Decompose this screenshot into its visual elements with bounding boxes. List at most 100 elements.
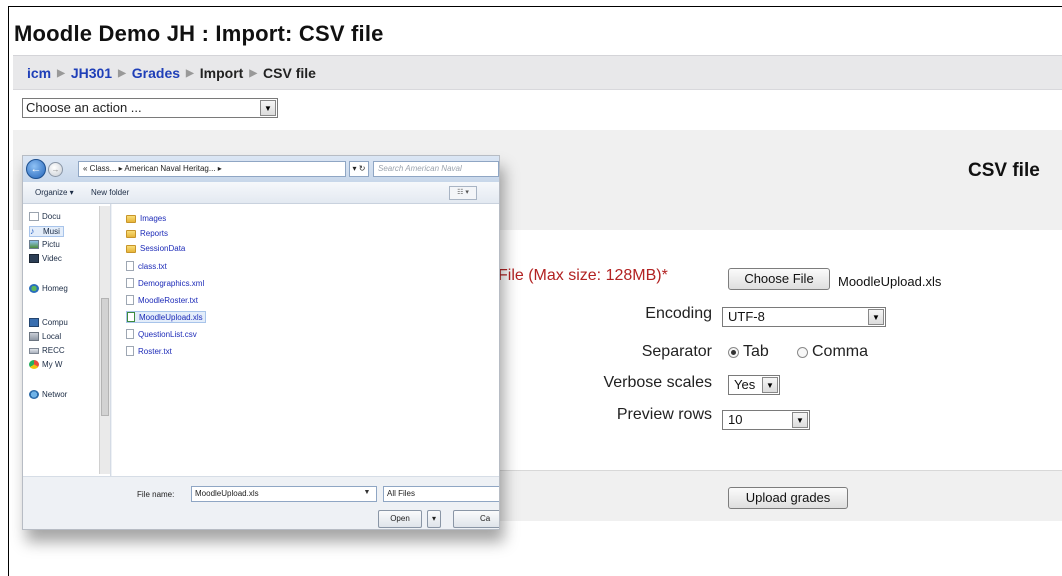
file-item-sessiondata[interactable]: SessionData [126, 244, 185, 253]
dialog-path[interactable]: « Class... ▸ American Naval Heritag... ▸ [78, 161, 346, 177]
chevron-down-icon[interactable]: ▼ [762, 377, 778, 393]
network-icon [29, 390, 39, 399]
encoding-value: UTF-8 [728, 309, 765, 324]
nav-item-computer[interactable]: Compu [29, 318, 68, 327]
file-item-images[interactable]: Images [126, 214, 166, 223]
folder-icon [126, 244, 136, 253]
nav-item-network[interactable]: Networ [29, 390, 67, 399]
csv-file-icon [126, 329, 134, 339]
nav-item-label: RECC [42, 346, 65, 355]
computer-icon [29, 318, 39, 327]
verbose-scales-value: Yes [734, 377, 756, 392]
nav-item-label: Musi [43, 227, 60, 236]
file-type-filter[interactable]: All Files [383, 486, 499, 502]
breadcrumb-jh301[interactable]: JH301 [71, 65, 112, 81]
action-select[interactable]: Choose an action ... ▼ [22, 98, 278, 118]
preview-rows-label: Preview rows [616, 406, 712, 423]
web-icon [29, 360, 39, 369]
pictures-icon [29, 240, 39, 249]
encoding-select[interactable]: UTF-8 ▼ [722, 307, 886, 327]
nav-item-label: Networ [42, 390, 68, 399]
scrollbar-thumb[interactable] [101, 298, 109, 416]
nav-item-label: Docu [42, 212, 61, 221]
verbose-scales-select[interactable]: Yes ▼ [728, 375, 780, 395]
file-item-demographics[interactable]: Demographics.xml [126, 278, 204, 288]
back-arrow-icon[interactable]: ← [26, 159, 46, 179]
breadcrumb-import: Import [199, 65, 244, 81]
file-item-label: MoodleUpload.xls [139, 312, 203, 322]
folder-icon [126, 214, 136, 223]
dialog-search-input[interactable]: Search American Naval [373, 161, 499, 177]
breadcrumb-separator-icon: ▶ [118, 67, 126, 79]
breadcrumb-icm[interactable]: icm [27, 65, 51, 81]
file-item-moodleupload[interactable]: MoodleUpload.xls [126, 311, 206, 323]
chevron-down-icon[interactable]: ▼ [868, 309, 884, 325]
nav-item-documents[interactable]: Docu [29, 212, 61, 221]
xml-file-icon [126, 278, 134, 288]
file-item-label: QuestionList.csv [138, 329, 197, 339]
new-folder-button[interactable]: New folder [91, 188, 129, 197]
breadcrumb-separator-icon: ▶ [186, 67, 194, 79]
videos-icon [29, 254, 39, 263]
file-item-reports[interactable]: Reports [126, 229, 168, 238]
file-item-class-txt[interactable]: class.txt [126, 261, 167, 271]
verbose-scales-label: Verbose scales [603, 374, 712, 391]
chevron-down-icon[interactable]: ▼ [359, 486, 375, 502]
upload-grades-button[interactable]: Upload grades [728, 487, 848, 509]
file-item-moodleroster[interactable]: MoodleRoster.txt [126, 295, 198, 305]
view-options-icon[interactable]: ☷ ▾ [449, 186, 477, 200]
chevron-down-icon[interactable]: ▼ [260, 100, 276, 116]
organize-button[interactable]: Organize ▾ [35, 188, 74, 197]
file-item-label: Images [140, 214, 167, 223]
text-file-icon [126, 261, 134, 271]
file-item-label: Roster.txt [138, 346, 172, 356]
cancel-button[interactable]: Ca [453, 510, 499, 528]
dialog-nav-pane: Docu ♪ Musi Pictu Videc Homeg Compu Local… [23, 204, 111, 476]
file-label: File (Max size: 128MB)* [498, 267, 668, 285]
text-file-icon [126, 295, 134, 305]
file-open-dialog[interactable]: ← → « Class... ▸ American Naval Heritag.… [22, 155, 500, 530]
breadcrumb-separator-icon: ▶ [57, 67, 65, 79]
file-item-label: Reports [140, 229, 169, 238]
preview-rows-select[interactable]: 10 ▼ [722, 410, 810, 430]
refresh-icon[interactable]: ▾ ↻ [349, 161, 369, 177]
nav-item-music[interactable]: ♪ Musi [29, 226, 64, 237]
choose-file-button[interactable]: Choose File [728, 268, 830, 290]
file-name-input[interactable]: MoodleUpload.xls [191, 486, 377, 502]
separator-comma-radio[interactable] [797, 347, 808, 358]
separator-tab-label: Tab [743, 343, 769, 360]
dialog-file-list: Images Reports SessionData class.txt Dem… [112, 204, 499, 476]
dialog-address-bar: ← → « Class... ▸ American Naval Heritag.… [23, 156, 499, 182]
nav-item-label: Videc [42, 254, 62, 263]
file-item-questionlist[interactable]: QuestionList.csv [126, 329, 197, 339]
open-options-chevron-icon[interactable]: ▾ [427, 510, 441, 528]
breadcrumb-grades[interactable]: Grades [132, 65, 180, 81]
section-title: CSV file [968, 160, 1040, 181]
file-item-label: Demographics.xml [138, 278, 205, 288]
nav-scrollbar[interactable] [99, 206, 110, 474]
file-name-label: File name: [137, 490, 175, 499]
action-select-value: Choose an action ... [26, 100, 142, 115]
navbar: icm ▶ JH301 ▶ Grades ▶ Import ▶ CSV file [13, 55, 1062, 90]
spreadsheet-file-icon [127, 312, 135, 322]
breadcrumb: icm ▶ JH301 ▶ Grades ▶ Import ▶ CSV file [27, 65, 316, 81]
breadcrumb-csv-file: CSV file [263, 65, 316, 81]
nav-item-pictures[interactable]: Pictu [29, 240, 60, 249]
preview-rows-value: 10 [728, 412, 743, 427]
nav-item-homegroup[interactable]: Homeg [29, 284, 68, 293]
nav-item-my-web[interactable]: My W [29, 360, 62, 369]
file-label-text: File (Max size: 128MB) [498, 267, 662, 284]
chevron-down-icon[interactable]: ▼ [792, 412, 808, 428]
breadcrumb-separator-icon: ▶ [249, 67, 258, 79]
open-button[interactable]: Open [378, 510, 422, 528]
file-item-label: SessionData [140, 244, 186, 253]
file-item-roster[interactable]: Roster.txt [126, 346, 172, 356]
nav-item-videos[interactable]: Videc [29, 254, 62, 263]
nav-item-local-disk[interactable]: Local [29, 332, 61, 341]
dialog-footer: File name: MoodleUpload.xls ▼ All Files … [23, 476, 499, 529]
music-icon: ♪ [30, 226, 35, 236]
nav-item-drive[interactable]: RECC [29, 346, 65, 355]
forward-arrow-icon[interactable]: → [48, 162, 63, 177]
folder-icon [126, 229, 136, 238]
separator-tab-radio[interactable] [728, 347, 739, 358]
